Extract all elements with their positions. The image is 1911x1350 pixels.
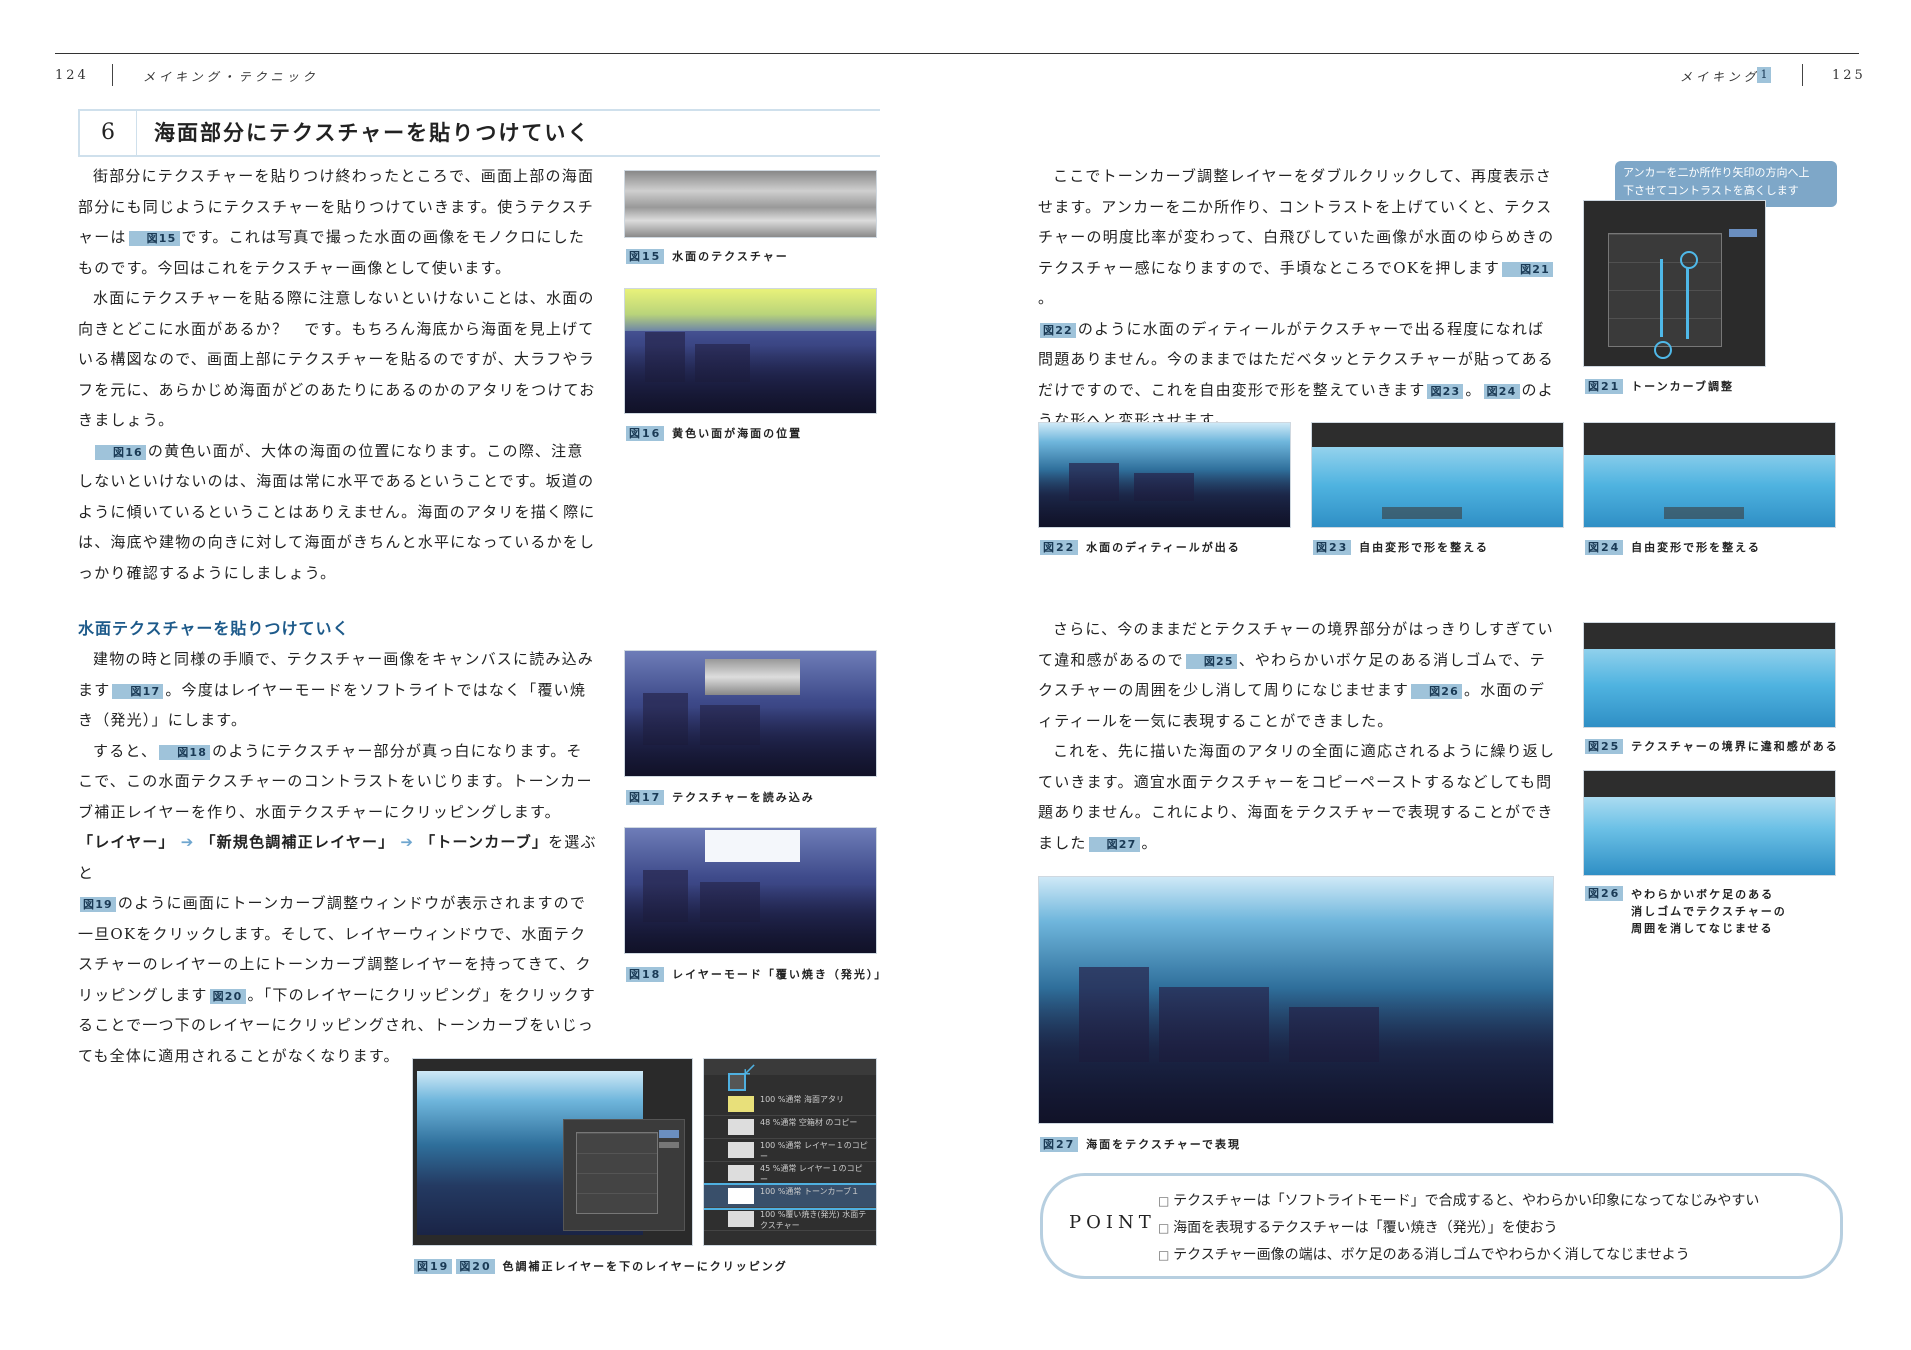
fig16-image	[624, 288, 877, 414]
left-text-block-2: 建物の時と同様の手順で、テクスチャー画像をキャンバスに読み込みます 図17 。今度は…	[78, 644, 598, 1071]
fig-ref: 図20	[209, 988, 246, 1004]
fig-ref: 図25	[1185, 653, 1237, 669]
header-rule	[55, 53, 1859, 54]
layer-label: 100 %通常 トーンカーブ１	[760, 1187, 860, 1196]
fig22-caption: 図22 水面のディティールが出る	[1038, 539, 1241, 555]
fig-ref: 図17	[112, 683, 164, 699]
point-list: テクスチャーは「ソフトライトモード」で合成すると、やわらかい印象になってなじみや…	[1158, 1188, 1759, 1269]
layer-row[interactable]: 100 %通常 海面アタリ	[704, 1093, 876, 1116]
fig-ref: 図27	[1088, 836, 1140, 852]
layer-label: 45 %通常 レイヤー１のコピー	[760, 1164, 863, 1184]
fig17-image	[624, 650, 877, 777]
right-text-block-2: さらに、今のままだとテクスチャーの境界部分がはっきりしすぎていて違和感があるので…	[1038, 614, 1558, 858]
layer-row[interactable]: 100 %通常 トーンカーブ１	[704, 1183, 876, 1210]
tone-curve-window	[563, 1119, 685, 1231]
fig-ref: 図16	[95, 444, 146, 460]
paragraph: ここでトーンカーブ調整レイヤーをダブルクリックして、再度表示させます。アンカーを…	[1038, 167, 1555, 307]
fig21-caption: 図21 トーンカーブ調整	[1583, 378, 1734, 394]
paragraph: さらに、今のままだとテクスチャーの境界部分がはっきりしすぎていて違和感があるので…	[1038, 620, 1554, 730]
fig15-caption: 図15 水面のテクスチャー	[624, 248, 789, 264]
fig22-image	[1038, 422, 1291, 528]
fig15-image	[624, 170, 877, 238]
layer-row[interactable]: 45 %通常 レイヤー１のコピー	[704, 1162, 876, 1185]
fig23-image	[1311, 422, 1564, 528]
fig23-caption: 図23 自由変形で形を整える	[1311, 539, 1489, 555]
fig-ref: 図26	[1411, 684, 1463, 699]
point-item: 海面を表現するテクスチャーは「覆い焼き（発光）」を使おう	[1158, 1215, 1759, 1242]
layer-thumbnail	[728, 1119, 754, 1135]
section-title: 海面部分にテクスチャーを貼りつけていく	[154, 121, 591, 145]
fig26-image	[1583, 770, 1836, 876]
layer-thumbnail	[728, 1096, 754, 1112]
left-page-number: 124	[55, 68, 89, 83]
fig-ref: 図15	[128, 231, 180, 246]
point-item: テクスチャー画像の端は、ボケ足のある消しゴムでやわらかく消してなじませよう	[1158, 1242, 1759, 1269]
fig21-image	[1583, 200, 1766, 367]
left-section-label: メイキング・テクニック	[143, 70, 319, 84]
point-box: POINT テクスチャーは「ソフトライトモード」で合成すると、やわらかい印象にな…	[1040, 1173, 1843, 1279]
fig-ref: 図21	[1502, 261, 1554, 277]
header-divider-left	[112, 64, 113, 86]
layer-label: 48 %通常 空箱材 のコピー	[760, 1118, 858, 1127]
fig17-caption: 図17 テクスチャーを読み込み	[624, 789, 815, 805]
fig26-caption: 図26 やわらかいボケ足のある 消しゴムでテクスチャーの 周囲を消してなじませる	[1583, 886, 1787, 937]
fig27-image	[1038, 876, 1554, 1124]
menu-path: 「レイヤー」 ➔ 「新規色調補正レイヤー」 ➔ 「トーンカーブ」を選ぶと	[78, 833, 597, 882]
paragraph: 建物の時と同様の手順で、テクスチャー画像をキャンバスに読み込みます 図17 。今度は…	[78, 650, 595, 729]
layer-thumbnail	[728, 1142, 754, 1158]
paragraph: 図19 のように画面にトーンカーブ調整ウィンドウが表示されますので一旦OKをクリッ…	[78, 894, 596, 1065]
right-section-label: メイキング	[1680, 70, 1760, 84]
fig16-caption: 図16 黄色い面が海面の位置	[624, 425, 802, 441]
fig-ref: 図19	[80, 897, 116, 912]
fig27-caption: 図27 海面をテクスチャーで表現	[1038, 1136, 1241, 1152]
right-text-block-1: ここでトーンカーブ調整レイヤーをダブルクリックして、再度表示させます。アンカーを…	[1038, 161, 1558, 436]
fig25-image	[1583, 622, 1836, 728]
layer-label: 100 %覆い焼き(発光) 水面テクスチャー	[760, 1210, 867, 1230]
layer-thumbnail	[728, 1188, 754, 1204]
fig25-caption: 図25 テクスチャーの境界に違和感がある	[1583, 738, 1839, 754]
layer-thumbnail	[728, 1165, 754, 1181]
section-title-box: 6 海面部分にテクスチャーを貼りつけていく	[78, 109, 880, 157]
left-text-block-1: 街部分にテクスチャーを貼りつけ終わったところで、画面上部の海面部分にも同じように…	[78, 161, 598, 588]
paragraph: 図16 の黄色い面が、大体の海面の位置になります。この際、注意しないといけないのは…	[78, 441, 596, 582]
point-label: POINT	[1069, 1212, 1156, 1233]
paragraph: 水面にテクスチャーを貼る際に注意しないといけないことは、水面の向きとどこに水面が…	[78, 289, 596, 429]
paragraph: 街部分にテクスチャーを貼りつけ終わったところで、画面上部の海面部分にも同じように…	[78, 167, 595, 277]
section-number: 6	[80, 111, 137, 155]
arrow-down-left-icon: ↙	[742, 1059, 758, 1080]
fig24-caption: 図24 自由変形で形を整える	[1583, 539, 1761, 555]
fig-ref: 図23	[1427, 383, 1464, 399]
layer-thumbnail	[728, 1211, 754, 1227]
paragraph: 図22 のように水面のディティールがテクスチャーで出る程度になれば問題ありません。…	[1038, 319, 1554, 430]
layer-row[interactable]: 100 %覆い焼き(発光) 水面テクスチャー	[704, 1208, 876, 1231]
right-page-number: 125	[1832, 68, 1866, 83]
fig-ref: 図22	[1040, 322, 1076, 338]
chapter-badge: 1	[1757, 67, 1771, 83]
fig18-caption: 図18 レイヤーモード「覆い焼き（発光）」	[624, 966, 887, 982]
fig24-image	[1583, 422, 1836, 528]
fig18-image	[624, 827, 877, 954]
fig20-layer-panel: ↙ 100 %通常 海面アタリ 48 %通常 空箱材 のコピー 100 %通常 レイ…	[703, 1058, 877, 1246]
header-divider-right	[1802, 64, 1803, 86]
fig19-image	[412, 1058, 693, 1246]
layer-list: 100 %通常 海面アタリ 48 %通常 空箱材 のコピー 100 %通常 レイヤー…	[704, 1093, 876, 1231]
fig-ref: 図18	[159, 744, 211, 760]
fig-ref: 図24	[1483, 383, 1520, 399]
layer-label: 100 %通常 海面アタリ	[760, 1095, 844, 1104]
paragraph: すると、 図18 のようにテクスチャー部分が真っ白になります。そこで、この水面テクス…	[78, 741, 593, 821]
paragraph: これを、先に描いた海面のアタリの全面に適応されるように繰り返していきます。適宜水…	[1038, 742, 1556, 852]
fig1920-caption: 図19 図20 色調補正レイヤーを下のレイヤーにクリッピング	[412, 1258, 788, 1274]
subheading: 水面テクスチャーを貼りつけていく	[78, 619, 350, 638]
layer-row[interactable]: 100 %通常 レイヤー１のコピー	[704, 1139, 876, 1162]
point-item: テクスチャーは「ソフトライトモード」で合成すると、やわらかい印象になってなじみや…	[1158, 1188, 1759, 1215]
layer-row[interactable]: 48 %通常 空箱材 のコピー	[704, 1116, 876, 1139]
layer-label: 100 %通常 レイヤー１のコピー	[760, 1141, 868, 1161]
